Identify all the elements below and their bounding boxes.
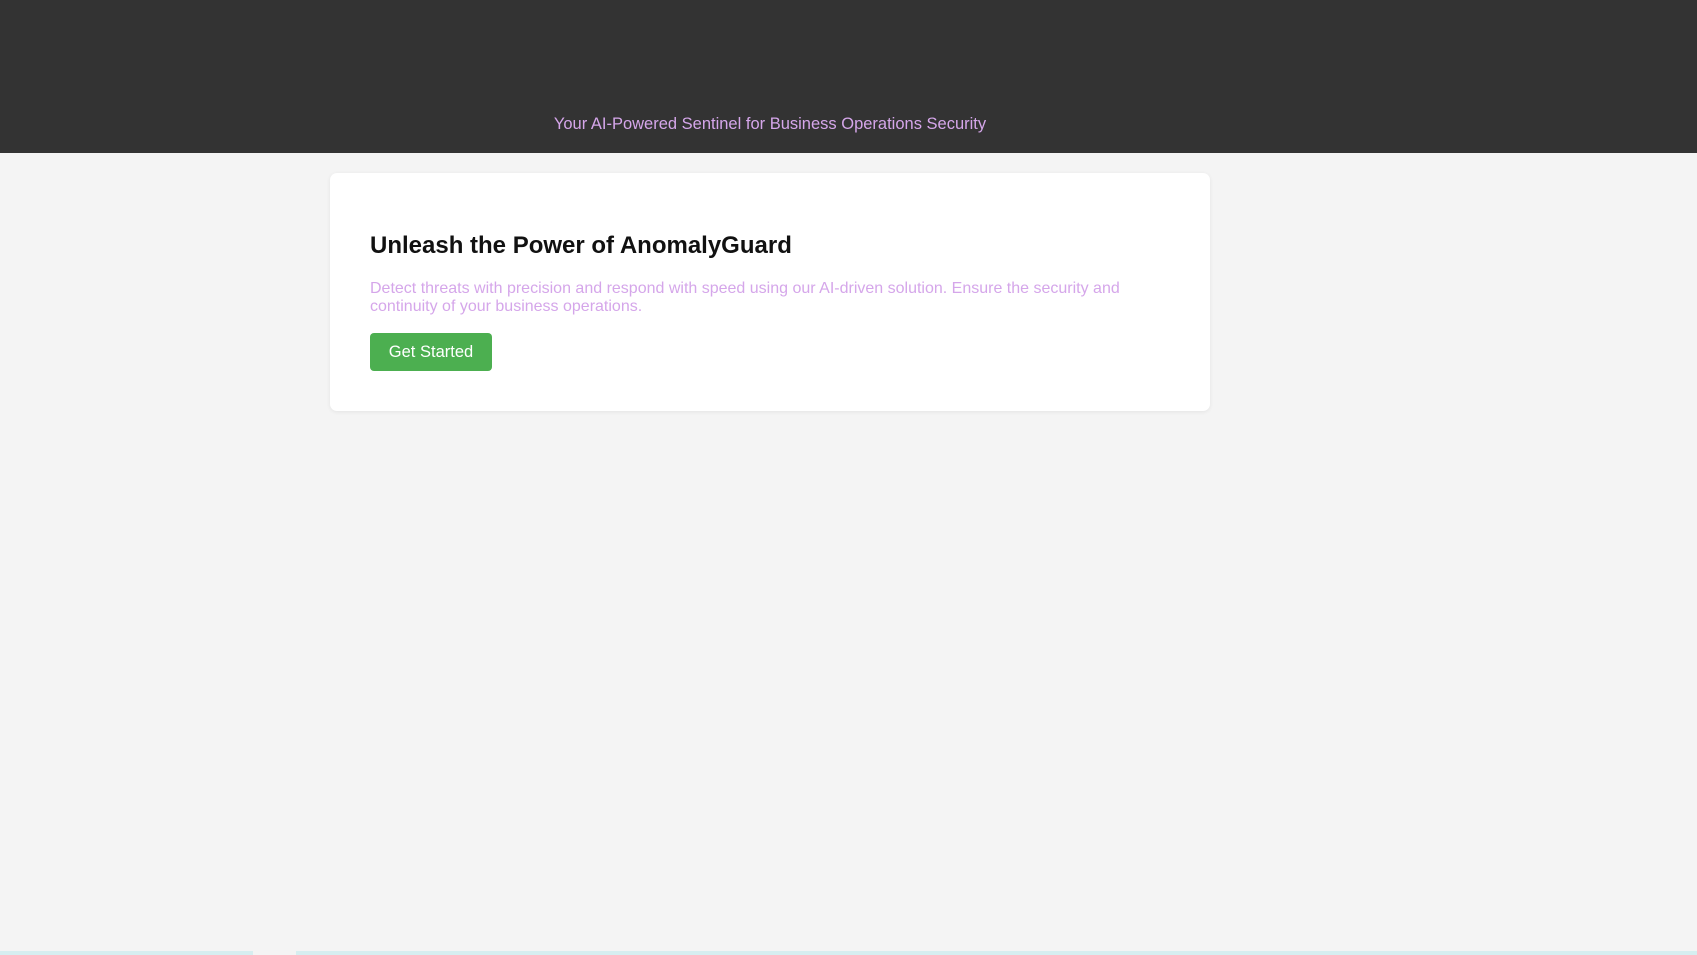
hero-description: Detect threats with precision and respon… [370,280,1120,315]
hero-title: Unleash the Power of AnomalyGuard [370,232,792,259]
site-header: Your AI-Powered Sentinel for Business Op… [0,0,1697,153]
hero-card: Unleash the Power of AnomalyGuard Detect… [330,173,1210,411]
header-tagline: Your AI-Powered Sentinel for Business Op… [553,114,987,133]
bottom-scrollbar-gap [253,951,296,955]
get-started-button[interactable]: Get Started [370,333,492,371]
